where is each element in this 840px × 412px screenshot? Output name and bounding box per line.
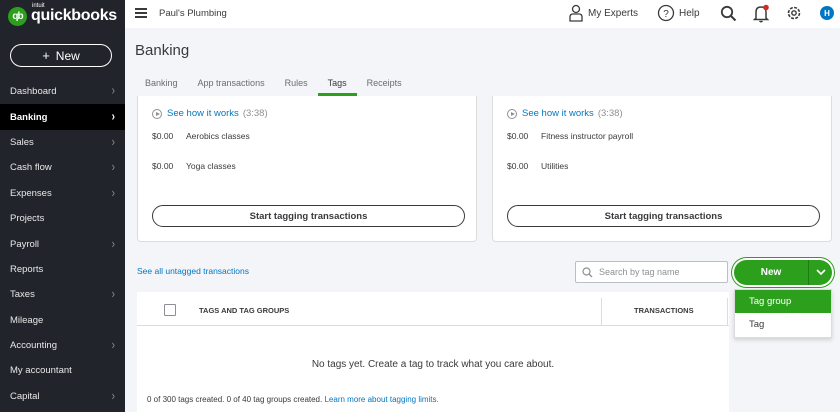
new-tag-button[interactable]: New (734, 260, 832, 285)
sidebar-item-accounting[interactable]: Accounting › (0, 333, 125, 358)
quickbooks-logo[interactable]: qb intuit quickbooks (8, 3, 117, 26)
learn-more-link[interactable]: Learn more about tagging limits. (324, 395, 438, 404)
quickbooks-wordmark: quickbooks (31, 7, 117, 24)
tags-table: TAGS AND TAG GROUPS TRANSACTIONS No tags… (137, 292, 729, 412)
tab-banking[interactable]: Banking (135, 76, 188, 96)
bell-icon[interactable] (753, 4, 770, 23)
chevron-down-icon[interactable] (809, 269, 832, 276)
new-tag-dropdown: Tag group Tag (734, 289, 832, 338)
plus-icon: + (42, 48, 50, 63)
chevron-right-icon: › (111, 287, 115, 302)
tag-limits-note: 0 of 300 tags created. 0 of 40 tag group… (147, 395, 439, 404)
chevron-right-icon: › (111, 389, 115, 404)
svg-text:?: ? (663, 9, 669, 20)
tag-example-row: $0.00 Utilities (507, 161, 569, 171)
sidebar-item-projects[interactable]: Projects (0, 206, 125, 231)
column-tags-and-tag-groups[interactable]: TAGS AND TAG GROUPS (199, 306, 289, 315)
tab-receipts[interactable]: Receipts (357, 76, 412, 96)
play-icon (507, 108, 517, 119)
banking-tabs: Banking App transactions Rules Tags Rece… (135, 76, 412, 96)
sidebar-item-mileage[interactable]: Mileage (0, 308, 125, 333)
sidebar-item-payroll[interactable]: Payroll › (0, 231, 125, 256)
company-name: Paul's Plumbing (159, 8, 227, 19)
sidebar-item-expenses[interactable]: Expenses › (0, 181, 125, 206)
sidebar-item-my-accountant[interactable]: My accountant (0, 358, 125, 383)
sidebar-item-banking[interactable]: Banking › (0, 104, 125, 130)
tag-example-card: See how it works (3:38) $0.00 Fitness in… (492, 96, 832, 242)
my-experts-button[interactable]: My Experts (568, 4, 638, 22)
new-tag-label: New (760, 267, 782, 278)
tag-example-row: $0.00 Fitness instructor payroll (507, 131, 634, 141)
chevron-right-icon: › (111, 236, 115, 252)
play-icon (152, 108, 162, 119)
help-button[interactable]: ? Help (657, 4, 700, 22)
see-how-it-works-link[interactable]: See how it works (3:38) (152, 108, 268, 119)
page-title: Banking (135, 42, 190, 59)
person-icon (569, 4, 583, 22)
sidebar-new-label: New (55, 48, 80, 63)
dropdown-item-tag-group[interactable]: Tag group (735, 290, 831, 313)
chevron-right-icon: › (111, 160, 115, 176)
table-header: TAGS AND TAG GROUPS TRANSACTIONS (137, 294, 729, 326)
tag-search-box (575, 261, 728, 283)
tag-example-row: $0.00 Yoga classes (152, 161, 236, 171)
tag-example-card: See how it works (3:38) $0.00 Aerobics c… (137, 96, 477, 242)
start-tagging-button[interactable]: Start tagging transactions (152, 205, 465, 227)
sidebar-item-reports[interactable]: Reports (0, 257, 125, 282)
chevron-right-icon: › (111, 135, 115, 150)
intuit-wordmark: intuit (32, 3, 45, 9)
empty-state-message: No tags yet. Create a tag to track what … (311, 359, 555, 370)
left-sidebar: qb intuit quickbooks + New Dashboard › Ba… (0, 0, 125, 412)
search-icon[interactable] (720, 5, 737, 22)
sidebar-item-taxes[interactable]: Taxes › (0, 282, 125, 307)
top-bar: Paul's Plumbing My Experts ? Help H (125, 0, 840, 28)
qb-logo-icon: qb (8, 6, 27, 26)
avatar[interactable]: H (820, 6, 834, 20)
tag-search-input[interactable] (599, 267, 719, 277)
sidebar-new-button[interactable]: + New (10, 44, 112, 67)
sidebar-item-sales[interactable]: Sales › (0, 130, 125, 155)
sidebar-item-cash-flow[interactable]: Cash flow › (0, 155, 125, 180)
hamburger-menu-icon[interactable] (135, 8, 147, 18)
gear-icon[interactable] (785, 4, 803, 22)
chevron-right-icon: › (111, 186, 115, 201)
chevron-right-icon: › (111, 109, 115, 125)
sidebar-nav: Dashboard › Banking › Sales › Cash flow › Ex… (0, 79, 125, 409)
tag-example-row: $0.00 Aerobics classes (152, 131, 250, 141)
tab-rules[interactable]: Rules (275, 76, 318, 96)
see-how-it-works-link[interactable]: See how it works (3:38) (507, 108, 623, 119)
select-all-checkbox[interactable] (164, 304, 176, 316)
sidebar-item-capital[interactable]: Capital › (0, 384, 125, 409)
tab-app-transactions[interactable]: App transactions (188, 76, 275, 96)
search-icon (582, 266, 593, 277)
sidebar-item-dashboard[interactable]: Dashboard › (0, 79, 125, 104)
see-untagged-transactions-link[interactable]: See all untagged transactions (137, 266, 249, 276)
dropdown-item-tag[interactable]: Tag (735, 313, 831, 336)
chevron-right-icon: › (111, 84, 115, 99)
chevron-right-icon: › (111, 338, 115, 353)
tab-tags[interactable]: Tags (317, 76, 357, 96)
start-tagging-button[interactable]: Start tagging transactions (507, 205, 820, 227)
column-transactions[interactable]: TRANSACTIONS (634, 306, 694, 315)
help-icon: ? (657, 4, 675, 22)
